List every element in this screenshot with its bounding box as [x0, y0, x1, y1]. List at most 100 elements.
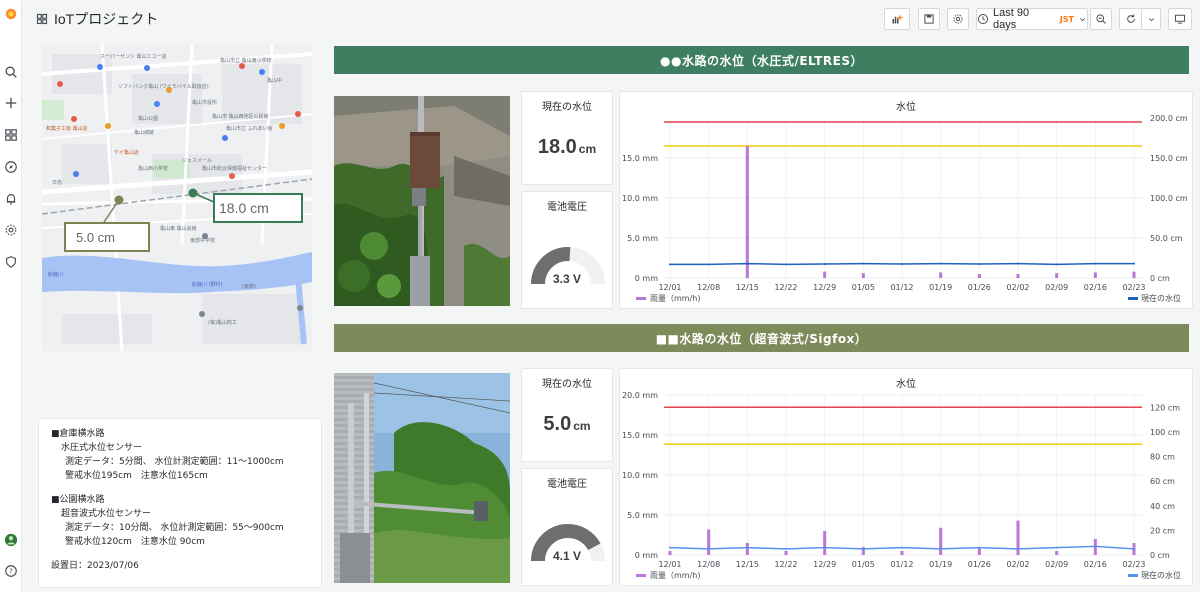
x-tick-label: 12/22: [774, 283, 797, 292]
y-tick-label-right: 120 cm: [1150, 403, 1180, 412]
gear-icon[interactable]: [3, 222, 19, 238]
map-place-label: 日赤: [52, 180, 62, 186]
x-tick-label: 02/02: [1006, 560, 1029, 569]
water-level-point: [1017, 262, 1019, 265]
chevron-down-icon: [1078, 15, 1087, 24]
bell-icon[interactable]: [3, 191, 19, 207]
x-tick-label: 02/09: [1045, 560, 1068, 569]
user-avatar[interactable]: [3, 532, 19, 548]
current-level-title: 現在の水位: [542, 102, 592, 113]
legend-swatch: [636, 297, 646, 300]
battery-title: 電池電圧: [547, 479, 587, 490]
desc-line: 水圧式水位センサー: [61, 443, 143, 453]
sensor-marker-1[interactable]: [188, 188, 198, 198]
x-tick-label: 02/23: [1122, 283, 1145, 292]
shield-icon[interactable]: [3, 254, 19, 270]
current-level-unit: cm: [578, 142, 597, 156]
add-panel-button[interactable]: [884, 8, 910, 30]
map-place-label: スーパーサンシ 亀山エコー店: [100, 53, 166, 60]
rain-bar: [745, 146, 749, 278]
chart-svg[interactable]: 0 mm 5.0 mm 10.0 mm 15.0 mm 0 cm 50.0 cm 100.0…: [620, 92, 1194, 310]
y-tick-label-left: 0 mm: [635, 551, 658, 560]
y-tick-label-right: 80 cm: [1150, 453, 1175, 462]
time-range-picker[interactable]: Last 90 days JST: [976, 7, 1088, 31]
chevron-down-icon: [1147, 15, 1156, 24]
plus-icon[interactable]: [3, 95, 19, 111]
y-tick-label-right: 40 cm: [1150, 502, 1175, 511]
chart-svg[interactable]: 0 mm 5.0 mm 10.0 mm 15.0 mm 20.0 mm 0 cm 20 cm…: [620, 369, 1194, 587]
rain-bar: [668, 551, 672, 555]
rain-bar: [1055, 551, 1059, 555]
rain-bar: [707, 529, 711, 555]
map-place-label: 東部中学校: [190, 237, 215, 244]
water-level-point: [939, 262, 942, 265]
battery-panel-2: 電池電圧 4.1 V: [521, 468, 613, 586]
legend-label: 現在の水位: [1141, 293, 1181, 303]
rain-bar: [1055, 273, 1059, 278]
battery-value: 4.1 V: [552, 549, 582, 563]
explore-icon[interactable]: [3, 159, 19, 175]
zoom-out-icon: [1095, 13, 1107, 25]
water-level-chart-1[interactable]: 水位 0 mm 5.0 mm 10.0 mm 15.0 mm 0 cm 50.0 cm 10…: [619, 91, 1193, 309]
water-level-chart-2[interactable]: 水位 0 mm 5.0 mm 10.0 mm 15.0 mm 20.0 mm 0 cm 20…: [619, 368, 1193, 586]
water-level-point: [1055, 546, 1058, 549]
legend-swatch: [636, 574, 646, 577]
rain-bar: [823, 271, 827, 278]
desc-line: [51, 549, 309, 559]
x-tick-label: 01/12: [890, 560, 913, 569]
battery-value: 3.3 V: [552, 272, 582, 286]
water-level-point: [746, 262, 749, 265]
rain-bar: [939, 527, 943, 555]
water-level-point: [823, 546, 826, 549]
current-level-number: 18.0: [537, 136, 577, 158]
sensor-marker-2[interactable]: [114, 195, 124, 205]
water-level-point: [823, 263, 826, 265]
legend-label: 雨量（mm/h): [650, 294, 700, 303]
refresh-button[interactable]: [1119, 8, 1141, 30]
map-label-sensor-2: 5.0 cm: [64, 222, 150, 252]
refresh-interval-dropdown[interactable]: [1141, 8, 1161, 30]
clock-icon: [977, 13, 989, 25]
water-level-point: [1017, 547, 1019, 550]
map-place-label: (株)亀山商工: [208, 319, 237, 326]
legend-label: 現在の水位: [1141, 570, 1181, 580]
x-tick-label: 02/23: [1122, 560, 1145, 569]
svg-text:?: ?: [9, 568, 13, 576]
add-panel-icon: [891, 13, 903, 25]
location-map[interactable]: スーパーサンシ 亀山エコー店 ソフトバンク亀山 (ワイモバイル取扱店) 亀山市立…: [42, 44, 312, 351]
water-level-point: [669, 263, 671, 266]
rain-bar: [784, 551, 788, 555]
x-tick-label: 01/12: [890, 283, 913, 292]
grafana-logo-icon[interactable]: [3, 6, 19, 22]
x-tick-label: 12/29: [813, 560, 836, 569]
dashboard-settings-button[interactable]: [947, 8, 969, 30]
x-tick-label: 12/08: [697, 283, 720, 292]
water-level-point: [978, 263, 981, 265]
desc-line: 測定データ：10分間、 水位計測定範囲：55～900cm: [65, 523, 284, 533]
help-icon[interactable]: ?: [3, 563, 19, 579]
water-level-point: [862, 547, 865, 550]
current-level-panel-1: 現在の水位 18.0 cm: [521, 91, 613, 185]
row-header-sigfox[interactable]: ■■水路の水位（超音波式/Sigfox）: [334, 324, 1189, 352]
dashboards-icon[interactable]: [3, 127, 19, 143]
desc-line: 超音波式水位センサー: [61, 509, 152, 519]
dashboard-title-area[interactable]: IoTプロジェクト: [36, 9, 158, 29]
search-icon[interactable]: [3, 64, 19, 80]
map-place-label: 亀山市総合保健福祉センター: [202, 165, 267, 172]
water-level-point: [978, 546, 981, 549]
y-tick-label-right: 100 cm: [1150, 428, 1180, 437]
tv-mode-button[interactable]: [1168, 8, 1192, 30]
x-tick-label: 12/01: [658, 283, 681, 292]
rain-bar: [939, 272, 943, 278]
current-level-value: 18.0 cm: [522, 136, 612, 159]
y-tick-label-left: 0 mm: [635, 274, 658, 283]
save-dashboard-button[interactable]: [918, 8, 940, 30]
water-level-point: [785, 547, 787, 550]
desc-line: 測定データ：5分間、 水位計測定範囲：11～1000cm: [65, 457, 284, 467]
x-tick-label: 12/01: [658, 560, 681, 569]
water-level-point: [1133, 547, 1135, 550]
zoom-out-button[interactable]: [1090, 8, 1112, 30]
map-place-label: (東側): [242, 283, 256, 290]
row-header-eltres[interactable]: ●●水路の水位（水圧式/ELTRES）: [334, 46, 1189, 74]
rain-bar: [977, 274, 981, 278]
